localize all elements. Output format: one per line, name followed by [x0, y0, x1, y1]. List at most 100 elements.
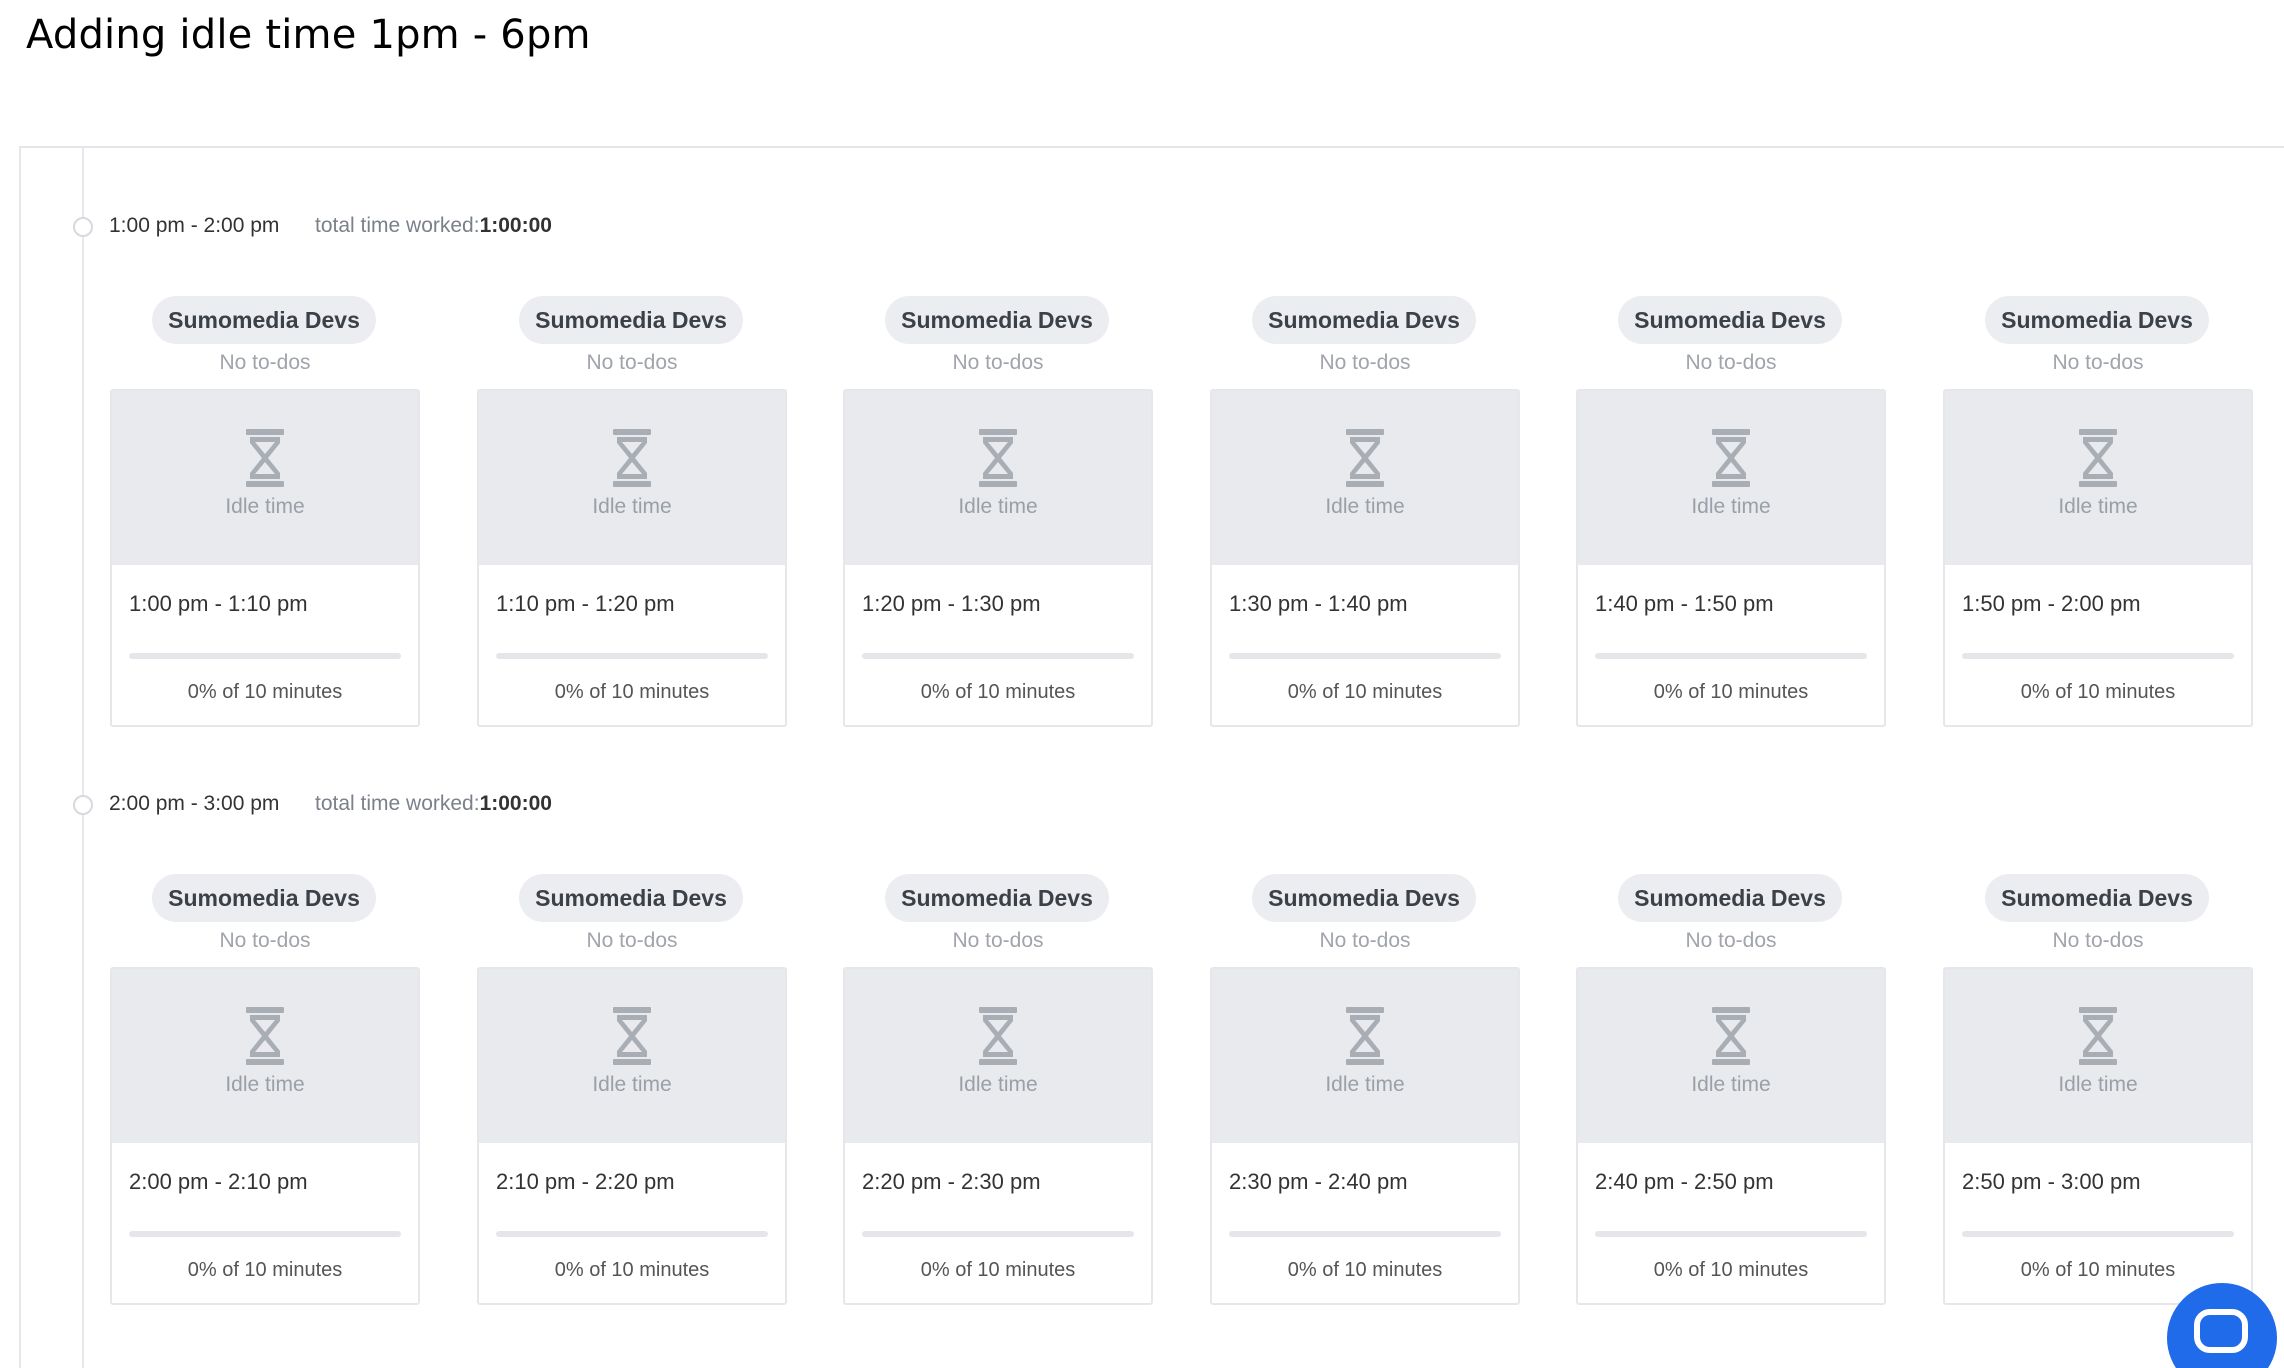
- timeline-dot-icon: [73, 217, 93, 237]
- activity-progress-bar: [1595, 1231, 1867, 1237]
- slot-time-range: 2:20 pm - 2:30 pm: [862, 1169, 1041, 1194]
- page-title: Adding idle time 1pm - 6pm: [26, 12, 591, 58]
- hourglass-icon: [2079, 429, 2117, 487]
- idle-placeholder[interactable]: Idle time: [1212, 969, 1518, 1143]
- idle-placeholder[interactable]: Idle time: [1945, 391, 2251, 565]
- time-slot: Sumomedia Devs No to-dos Idle time 2:30 …: [1210, 790, 1520, 1305]
- idle-time-label: Idle time: [592, 1073, 672, 1096]
- activity-progress-bar: [862, 1231, 1134, 1237]
- idle-time-label: Idle time: [2058, 1073, 2138, 1096]
- project-badge[interactable]: Sumomedia Devs: [152, 296, 376, 344]
- hourglass-icon: [1712, 1007, 1750, 1065]
- activity-percent: 0% of 10 minutes: [1287, 681, 1443, 703]
- time-slot: Sumomedia Devs No to-dos Idle time 2:00 …: [110, 790, 420, 1305]
- idle-placeholder[interactable]: Idle time: [112, 969, 418, 1143]
- project-badge[interactable]: Sumomedia Devs: [152, 874, 376, 922]
- slot-card[interactable]: Idle time 1:30 pm - 1:40 pm 0% of 10 min…: [1210, 389, 1520, 727]
- idle-placeholder[interactable]: Idle time: [1578, 969, 1884, 1143]
- activity-percent: 0% of 10 minutes: [554, 1259, 710, 1281]
- time-slot: Sumomedia Devs No to-dos Idle time 1:20 …: [843, 212, 1153, 727]
- project-badge[interactable]: Sumomedia Devs: [885, 874, 1109, 922]
- time-slot: Sumomedia Devs No to-dos Idle time 1:40 …: [1576, 212, 1886, 727]
- project-badge[interactable]: Sumomedia Devs: [519, 296, 743, 344]
- activity-percent: 0% of 10 minutes: [920, 1259, 1076, 1281]
- slot-time-range: 2:00 pm - 2:10 pm: [129, 1169, 308, 1194]
- slot-card[interactable]: Idle time 1:40 pm - 1:50 pm 0% of 10 min…: [1576, 389, 1886, 727]
- todos-label: No to-dos: [1319, 351, 1411, 374]
- slot-card[interactable]: Idle time 1:50 pm - 2:00 pm 0% of 10 min…: [1943, 389, 2253, 727]
- time-slot: Sumomedia Devs No to-dos Idle time 2:50 …: [1943, 790, 2253, 1305]
- slot-card[interactable]: Idle time 1:20 pm - 1:30 pm 0% of 10 min…: [843, 389, 1153, 727]
- todos-label: No to-dos: [1319, 929, 1411, 952]
- slot-card[interactable]: Idle time 2:40 pm - 2:50 pm 0% of 10 min…: [1576, 967, 1886, 1305]
- slot-time-range: 2:10 pm - 2:20 pm: [496, 1169, 675, 1194]
- idle-placeholder[interactable]: Idle time: [479, 969, 785, 1143]
- time-slot: Sumomedia Devs No to-dos Idle time 1:00 …: [110, 212, 420, 727]
- slot-time-range: 1:10 pm - 1:20 pm: [496, 591, 675, 616]
- idle-time-label: Idle time: [1691, 495, 1771, 518]
- idle-time-label: Idle time: [1325, 495, 1405, 518]
- idle-placeholder[interactable]: Idle time: [479, 391, 785, 565]
- activity-progress-bar: [1962, 1231, 2234, 1237]
- project-badge[interactable]: Sumomedia Devs: [1618, 296, 1842, 344]
- slot-card[interactable]: Idle time 2:20 pm - 2:30 pm 0% of 10 min…: [843, 967, 1153, 1305]
- activity-progress-bar: [862, 653, 1134, 659]
- activity-progress-bar: [129, 1231, 401, 1237]
- slot-card[interactable]: Idle time 2:00 pm - 2:10 pm 0% of 10 min…: [110, 967, 420, 1305]
- idle-placeholder[interactable]: Idle time: [1945, 969, 2251, 1143]
- project-badge[interactable]: Sumomedia Devs: [1252, 874, 1476, 922]
- idle-time-label: Idle time: [592, 495, 672, 518]
- project-badge[interactable]: Sumomedia Devs: [1985, 296, 2209, 344]
- project-badge[interactable]: Sumomedia Devs: [1252, 296, 1476, 344]
- hourglass-icon: [613, 1007, 651, 1065]
- todos-label: No to-dos: [2052, 351, 2144, 374]
- activity-percent: 0% of 10 minutes: [1653, 681, 1809, 703]
- todos-label: No to-dos: [952, 929, 1044, 952]
- slot-card[interactable]: Idle time 1:10 pm - 1:20 pm 0% of 10 min…: [477, 389, 787, 727]
- chat-bubble-icon: [2194, 1309, 2248, 1353]
- todos-label: No to-dos: [952, 351, 1044, 374]
- activity-progress-bar: [496, 1231, 768, 1237]
- idle-placeholder[interactable]: Idle time: [1578, 391, 1884, 565]
- time-slot: Sumomedia Devs No to-dos Idle time 1:50 …: [1943, 212, 2253, 727]
- hourglass-icon: [979, 1007, 1017, 1065]
- idle-time-label: Idle time: [1325, 1073, 1405, 1096]
- slot-card[interactable]: Idle time 2:50 pm - 3:00 pm 0% of 10 min…: [1943, 967, 2253, 1305]
- time-slot: Sumomedia Devs No to-dos Idle time 2:20 …: [843, 790, 1153, 1305]
- hourglass-icon: [246, 1007, 284, 1065]
- slot-card[interactable]: Idle time 1:00 pm - 1:10 pm 0% of 10 min…: [110, 389, 420, 727]
- todos-label: No to-dos: [586, 929, 678, 952]
- hourglass-icon: [1346, 1007, 1384, 1065]
- slot-card[interactable]: Idle time 2:10 pm - 2:20 pm 0% of 10 min…: [477, 967, 787, 1305]
- idle-time-label: Idle time: [958, 1073, 1038, 1096]
- activity-progress-bar: [129, 653, 401, 659]
- time-slot: Sumomedia Devs No to-dos Idle time 2:40 …: [1576, 790, 1886, 1305]
- project-badge[interactable]: Sumomedia Devs: [519, 874, 743, 922]
- slot-time-range: 2:40 pm - 2:50 pm: [1595, 1169, 1774, 1194]
- time-slot: Sumomedia Devs No to-dos Idle time 2:10 …: [477, 790, 787, 1305]
- activity-percent: 0% of 10 minutes: [920, 681, 1076, 703]
- time-slot: Sumomedia Devs No to-dos Idle time 1:10 …: [477, 212, 787, 727]
- project-badge[interactable]: Sumomedia Devs: [1618, 874, 1842, 922]
- slot-time-range: 2:50 pm - 3:00 pm: [1962, 1169, 2141, 1194]
- slot-time-range: 1:30 pm - 1:40 pm: [1229, 591, 1408, 616]
- activity-progress-bar: [1229, 653, 1501, 659]
- idle-placeholder[interactable]: Idle time: [1212, 391, 1518, 565]
- idle-placeholder[interactable]: Idle time: [845, 391, 1151, 565]
- activity-progress-bar: [1962, 653, 2234, 659]
- activity-progress-bar: [1229, 1231, 1501, 1237]
- project-badge[interactable]: Sumomedia Devs: [885, 296, 1109, 344]
- activity-percent: 0% of 10 minutes: [554, 681, 710, 703]
- idle-time-label: Idle time: [958, 495, 1038, 518]
- idle-time-label: Idle time: [1691, 1073, 1771, 1096]
- idle-placeholder[interactable]: Idle time: [845, 969, 1151, 1143]
- timeline-dot-icon: [73, 795, 93, 815]
- hourglass-icon: [1712, 429, 1750, 487]
- slot-card[interactable]: Idle time 2:30 pm - 2:40 pm 0% of 10 min…: [1210, 967, 1520, 1305]
- idle-placeholder[interactable]: Idle time: [112, 391, 418, 565]
- project-badge[interactable]: Sumomedia Devs: [1985, 874, 2209, 922]
- todos-label: No to-dos: [219, 929, 311, 952]
- activity-percent: 0% of 10 minutes: [1287, 1259, 1443, 1281]
- timeline-line: [82, 148, 84, 1368]
- todos-label: No to-dos: [586, 351, 678, 374]
